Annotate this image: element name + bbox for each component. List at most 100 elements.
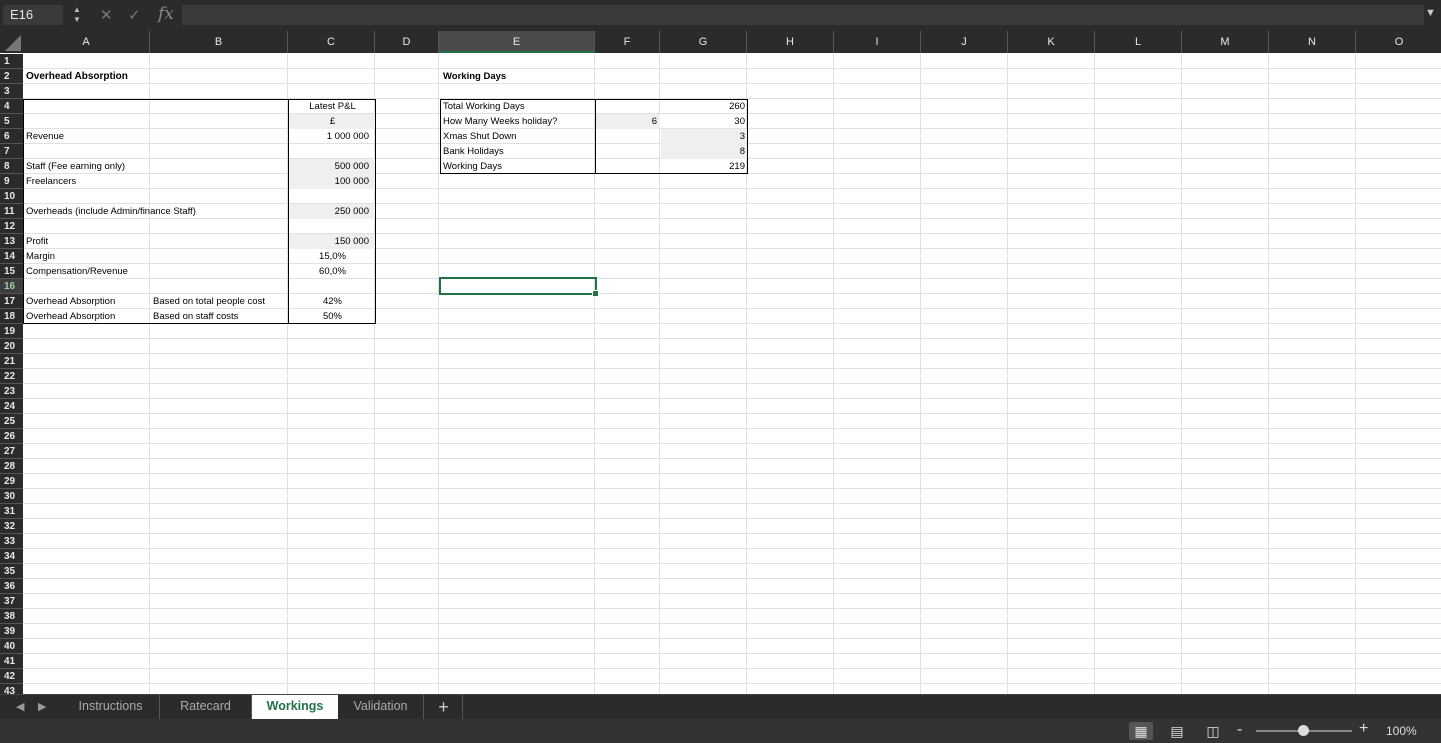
sheet-tab-bar: ◀ ▶ Instructions Ratecard Workings Validati… bbox=[0, 694, 1441, 719]
row-header-3[interactable]: 3 bbox=[0, 84, 23, 99]
row-header-37[interactable]: 37 bbox=[0, 594, 23, 609]
column-header-e[interactable]: E bbox=[439, 31, 595, 53]
zoom-slider-thumb[interactable] bbox=[1298, 725, 1309, 736]
row-header-16[interactable]: 16 bbox=[0, 279, 23, 294]
column-header-j[interactable]: J bbox=[921, 31, 1008, 53]
zoom-out-button[interactable]: - bbox=[1237, 721, 1242, 739]
row-header-20[interactable]: 20 bbox=[0, 339, 23, 354]
row-header-4[interactable]: 4 bbox=[0, 99, 23, 114]
column-header-b[interactable]: B bbox=[150, 31, 288, 53]
row-header-11[interactable]: 11 bbox=[0, 204, 23, 219]
overheads-value[interactable]: 250 000 bbox=[289, 204, 372, 219]
column-header-h[interactable]: H bbox=[747, 31, 834, 53]
sheet-tab-workings[interactable]: Workings bbox=[252, 695, 338, 719]
row-header-39[interactable]: 39 bbox=[0, 624, 23, 639]
row-header-30[interactable]: 30 bbox=[0, 489, 23, 504]
sheet-tab-ratecard[interactable]: Ratecard bbox=[160, 695, 252, 719]
row-header-34[interactable]: 34 bbox=[0, 549, 23, 564]
page-layout-view-icon[interactable]: ▤ bbox=[1165, 722, 1189, 740]
row-header-24[interactable]: 24 bbox=[0, 399, 23, 414]
column-header-f[interactable]: F bbox=[595, 31, 660, 53]
sheet-grid[interactable]: Overhead Absorption Latest P&L £ Revenue… bbox=[0, 31, 1441, 694]
name-box-stepper-icon[interactable]: ▲ ▼ bbox=[72, 5, 82, 25]
compensation-value[interactable]: 60,0% bbox=[289, 264, 376, 279]
row-header-8[interactable]: 8 bbox=[0, 159, 23, 174]
row-header-13[interactable]: 13 bbox=[0, 234, 23, 249]
row-header-42[interactable]: 42 bbox=[0, 669, 23, 684]
row-header-23[interactable]: 23 bbox=[0, 384, 23, 399]
row-header-25[interactable]: 25 bbox=[0, 414, 23, 429]
row-header-32[interactable]: 32 bbox=[0, 519, 23, 534]
sheet-tab-validation[interactable]: Validation bbox=[338, 695, 424, 719]
working-days-label: Working Days bbox=[443, 161, 502, 172]
next-sheet-icon[interactable]: ▶ bbox=[38, 700, 46, 713]
row-header-6[interactable]: 6 bbox=[0, 129, 23, 144]
confirm-icon[interactable]: ✓ bbox=[128, 6, 141, 24]
add-sheet-button[interactable]: + bbox=[425, 695, 463, 719]
function-icon[interactable]: fx bbox=[158, 4, 174, 24]
row-header-43[interactable]: 43 bbox=[0, 684, 23, 694]
zoom-level[interactable]: 100% bbox=[1386, 724, 1417, 738]
xmas-shutdown-value[interactable]: 3 bbox=[660, 129, 748, 144]
normal-view-icon[interactable]: ▦ bbox=[1129, 722, 1153, 740]
row-header-2[interactable]: 2 bbox=[0, 69, 23, 84]
column-header-m[interactable]: M bbox=[1182, 31, 1269, 53]
row-header-1[interactable]: 1 bbox=[0, 54, 23, 69]
row-header-40[interactable]: 40 bbox=[0, 639, 23, 654]
row-header-28[interactable]: 28 bbox=[0, 459, 23, 474]
active-cell-selection[interactable] bbox=[439, 277, 597, 295]
row-header-35[interactable]: 35 bbox=[0, 564, 23, 579]
staff-value[interactable]: 500 000 bbox=[289, 159, 372, 174]
row-header-19[interactable]: 19 bbox=[0, 324, 23, 339]
cancel-icon[interactable]: ✕ bbox=[100, 6, 113, 24]
revenue-value[interactable]: 1 000 000 bbox=[289, 129, 372, 144]
row-header-36[interactable]: 36 bbox=[0, 579, 23, 594]
row-header-15[interactable]: 15 bbox=[0, 264, 23, 279]
row-header-12[interactable]: 12 bbox=[0, 219, 23, 234]
row-header-27[interactable]: 27 bbox=[0, 444, 23, 459]
column-header-n[interactable]: N bbox=[1269, 31, 1356, 53]
fill-handle[interactable] bbox=[592, 290, 599, 297]
column-header-o[interactable]: O bbox=[1356, 31, 1441, 53]
zoom-in-button[interactable]: + bbox=[1359, 720, 1368, 738]
row-header-21[interactable]: 21 bbox=[0, 354, 23, 369]
freelancers-value[interactable]: 100 000 bbox=[289, 174, 372, 189]
working-days-value[interactable]: 219 bbox=[660, 159, 748, 174]
row-header-18[interactable]: 18 bbox=[0, 309, 23, 324]
column-header-k[interactable]: K bbox=[1008, 31, 1095, 53]
prev-sheet-icon[interactable]: ◀ bbox=[16, 700, 24, 713]
column-header-g[interactable]: G bbox=[660, 31, 747, 53]
column-header-d[interactable]: D bbox=[375, 31, 439, 53]
row-header-38[interactable]: 38 bbox=[0, 609, 23, 624]
select-all-corner[interactable] bbox=[0, 31, 23, 53]
row-header-5[interactable]: 5 bbox=[0, 114, 23, 129]
row-header-22[interactable]: 22 bbox=[0, 369, 23, 384]
row-header-14[interactable]: 14 bbox=[0, 249, 23, 264]
profit-value[interactable]: 150 000 bbox=[289, 234, 372, 249]
column-header-c[interactable]: C bbox=[288, 31, 375, 53]
name-box[interactable]: E16 bbox=[3, 5, 63, 25]
column-header-i[interactable]: I bbox=[834, 31, 921, 53]
overhead-absorption-value-1[interactable]: 42% bbox=[289, 294, 376, 309]
total-working-days-value[interactable]: 260 bbox=[660, 99, 748, 114]
holiday-weeks-input[interactable]: 6 bbox=[596, 114, 660, 129]
expand-formula-icon[interactable]: ▼ bbox=[1425, 7, 1436, 19]
row-header-26[interactable]: 26 bbox=[0, 429, 23, 444]
holiday-days-value[interactable]: 30 bbox=[660, 114, 748, 129]
row-header-17[interactable]: 17 bbox=[0, 294, 23, 309]
row-header-31[interactable]: 31 bbox=[0, 504, 23, 519]
margin-value[interactable]: 15,0% bbox=[289, 249, 376, 264]
column-header-a[interactable]: A bbox=[23, 31, 150, 53]
row-header-9[interactable]: 9 bbox=[0, 174, 23, 189]
row-header-10[interactable]: 10 bbox=[0, 189, 23, 204]
row-header-33[interactable]: 33 bbox=[0, 534, 23, 549]
column-header-l[interactable]: L bbox=[1095, 31, 1182, 53]
formula-input[interactable] bbox=[182, 5, 1424, 25]
page-break-view-icon[interactable]: ◫ bbox=[1201, 722, 1225, 740]
row-header-29[interactable]: 29 bbox=[0, 474, 23, 489]
row-header-7[interactable]: 7 bbox=[0, 144, 23, 159]
overhead-absorption-value-2[interactable]: 50% bbox=[289, 309, 376, 324]
bank-holidays-value[interactable]: 8 bbox=[660, 144, 748, 159]
sheet-tab-instructions[interactable]: Instructions bbox=[62, 695, 160, 719]
row-header-41[interactable]: 41 bbox=[0, 654, 23, 669]
